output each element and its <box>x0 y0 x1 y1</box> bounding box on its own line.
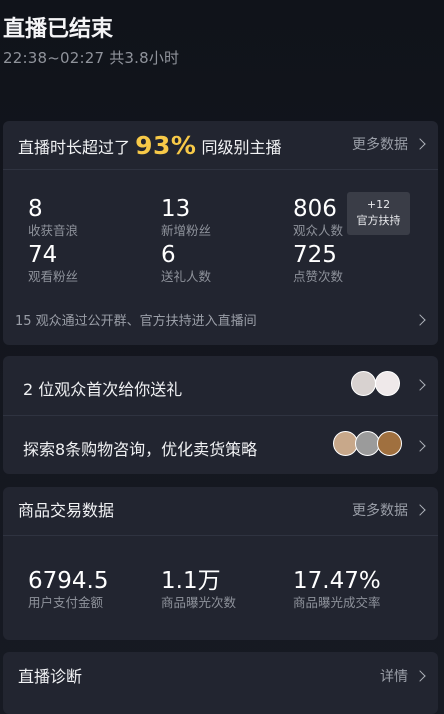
header: 直播已结束 22:38~02:27 共3.8小时 <box>3 16 179 68</box>
trade-card-header: 商品交易数据 更多数据 <box>3 487 438 536</box>
page-title: 直播已结束 <box>3 17 114 42</box>
entry-source-row[interactable]: 15 观众通过公开群、官方扶持进入直播间 <box>15 310 257 329</box>
metric-likes[interactable]: 725 点赞次数 <box>293 243 343 286</box>
more-data-label: 更多数据 <box>352 137 408 153</box>
metric-viewers[interactable]: 806 观众人数 <box>293 197 343 240</box>
trade-more-data-button[interactable]: 更多数据 <box>352 502 426 520</box>
duration-percent: 93% <box>135 131 197 160</box>
first-gift-row[interactable]: 2 位观众首次给你送礼 <box>23 376 182 400</box>
avatar <box>375 371 400 396</box>
avatar <box>351 371 376 396</box>
metric-value: 17.47% <box>293 568 381 594</box>
metric-value: 1.1万 <box>161 568 221 594</box>
metric-value: 6 <box>161 242 176 268</box>
shopping-advice-row[interactable]: 探索8条购物咨询，优化卖货策略 <box>23 436 257 460</box>
metric-value: 13 <box>161 196 191 222</box>
more-data-button[interactable]: 更多数据 <box>352 136 426 154</box>
metric-payment-amount[interactable]: 6794.5 用户支付金额 <box>28 569 108 612</box>
metric-gift-senders[interactable]: 6 送礼人数 <box>161 243 211 286</box>
more-data-label: 更多数据 <box>352 503 408 519</box>
metric-label: 观众人数 <box>293 223 344 238</box>
metric-label: 送礼人数 <box>161 269 212 284</box>
badge-label: 官方扶持 <box>356 214 401 227</box>
chevron-right-icon <box>414 670 426 682</box>
metric-sound-waves[interactable]: 8 收获音浪 <box>28 197 78 240</box>
metric-fan-viewers[interactable]: 74 观看粉丝 <box>28 243 78 286</box>
trade-data-card: 商品交易数据 更多数据 <box>3 487 438 640</box>
metric-label: 商品曝光成交率 <box>293 595 381 610</box>
metric-label: 观看粉丝 <box>28 269 79 284</box>
duration-summary: 直播时长超过了 93% 同级别主播 <box>18 133 282 158</box>
shopping-advice-text: 探索8条购物咨询，优化卖货策略 <box>23 440 258 459</box>
first-gift-text: 2 位观众首次给你送礼 <box>23 380 183 399</box>
diagnosis-detail-button[interactable]: 详情 <box>380 668 426 686</box>
avatar <box>377 431 402 456</box>
metric-new-fans[interactable]: 13 新增粉丝 <box>161 197 211 240</box>
detail-label: 详情 <box>380 669 408 685</box>
diagnosis-title: 直播诊断 <box>18 667 83 686</box>
badge-count: +12 <box>366 198 391 211</box>
metric-label: 用户支付金额 <box>28 595 104 610</box>
live-time-range: 22:38~02:27 共3.8小时 <box>3 49 180 67</box>
duration-prefix: 直播时长超过了 <box>18 138 131 157</box>
metric-value: 74 <box>28 242 58 268</box>
diagnosis-card[interactable]: 直播诊断 详情 <box>3 652 438 714</box>
metric-product-exposures[interactable]: 1.1万 商品曝光次数 <box>161 569 236 612</box>
chevron-right-icon <box>414 504 426 516</box>
metric-conversion-rate[interactable]: 17.47% 商品曝光成交率 <box>293 569 381 612</box>
duration-card-header: 直播时长超过了 93% 同级别主播 更多数据 <box>3 121 438 170</box>
chevron-right-icon <box>414 138 426 150</box>
divider <box>3 415 438 416</box>
metric-value: 725 <box>293 242 337 268</box>
metric-label: 点赞次数 <box>293 269 344 284</box>
entry-source-text: 15 观众通过公开群、官方扶持进入直播间 <box>15 314 257 329</box>
trade-card-title: 商品交易数据 <box>18 501 115 520</box>
metric-value: 6794.5 <box>28 568 109 594</box>
metric-label: 收获音浪 <box>28 223 79 238</box>
metric-label: 新增粉丝 <box>161 223 212 238</box>
duration-suffix: 同级别主播 <box>201 138 282 157</box>
metric-label: 商品曝光次数 <box>161 595 237 610</box>
metric-value: 806 <box>293 196 337 222</box>
metric-value: 8 <box>28 196 43 222</box>
live-summary-page: 直播已结束 22:38~02:27 共3.8小时 直播时长超过了 93% 同级别… <box>0 0 444 714</box>
official-support-badge[interactable]: +12 官方扶持 <box>347 192 410 235</box>
